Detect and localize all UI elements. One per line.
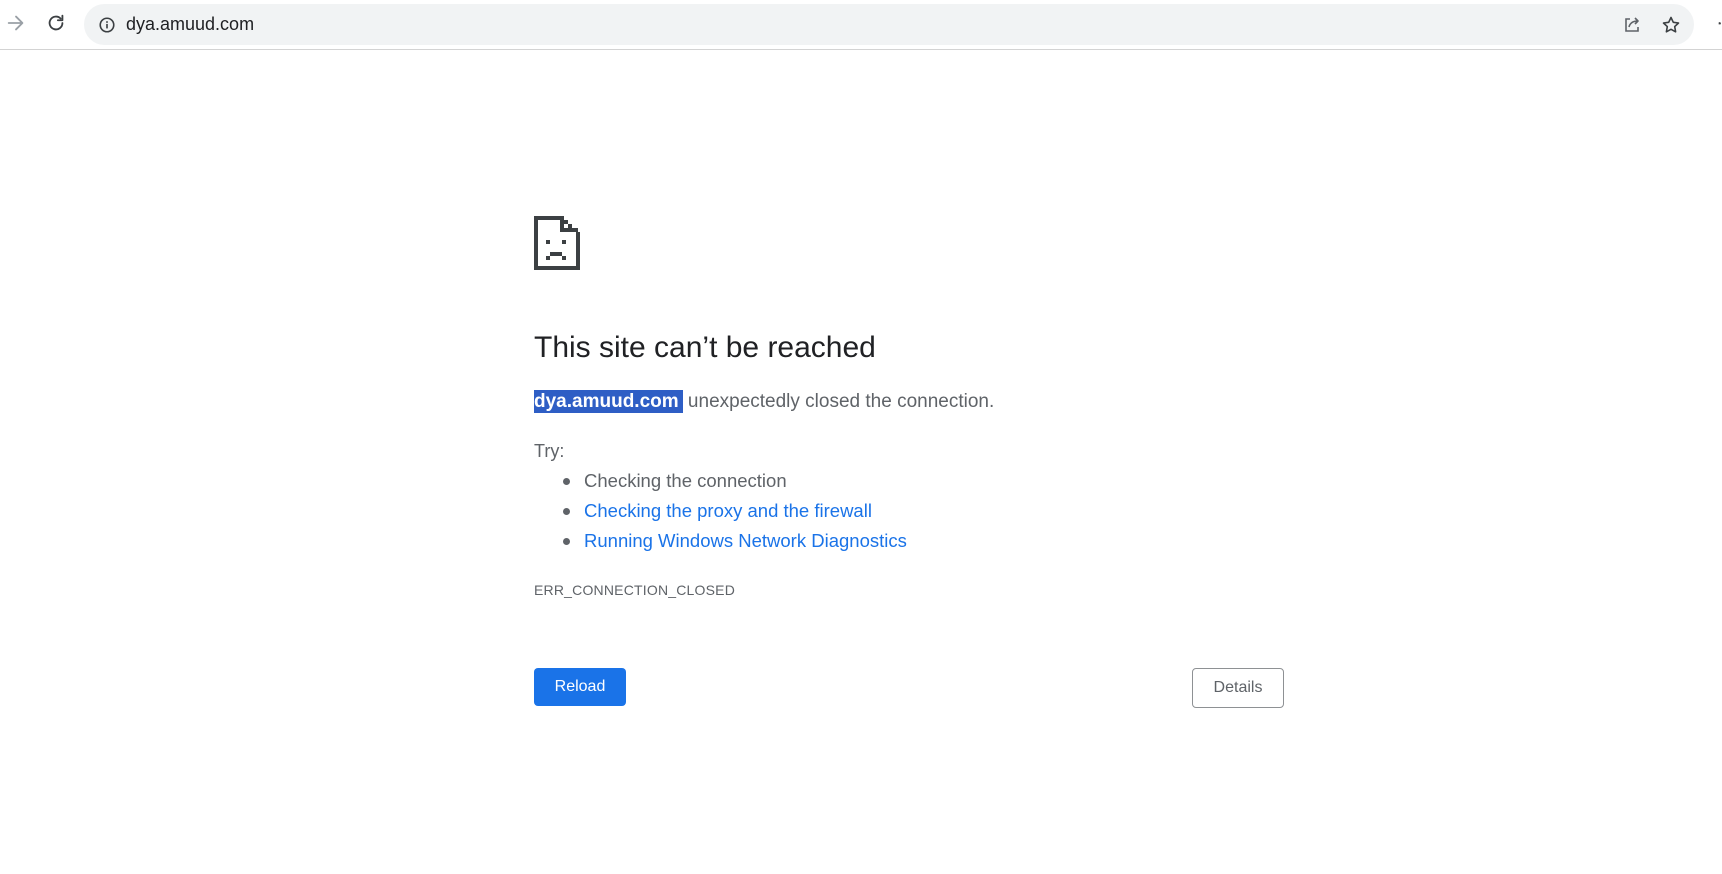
suggestion-check-connection: Checking the connection — [584, 470, 787, 491]
star-icon[interactable] — [1661, 15, 1681, 35]
error-heading: This site can’t be reached — [534, 331, 876, 364]
suggestions-list: Checking the connection Checking the pro… — [534, 466, 907, 556]
url-text[interactable]: dya.amuud.com — [126, 4, 254, 45]
reload-toolbar-button[interactable] — [42, 9, 70, 37]
extensions-button[interactable] — [1706, 9, 1722, 37]
suggestion-item: Running Windows Network Diagnostics — [534, 526, 907, 556]
arrow-forward-icon — [7, 15, 24, 31]
address-bar[interactable]: dya.amuud.com — [84, 4, 1694, 45]
suggestion-item: Checking the proxy and the firewall — [534, 496, 907, 526]
suggestion-item: Checking the connection — [534, 466, 907, 496]
error-description: dya.amuud.com unexpectedly closed the co… — [534, 388, 994, 416]
sad-page-icon — [534, 216, 580, 270]
info-circle-icon[interactable] — [98, 16, 116, 34]
error-host: dya.amuud.com — [534, 390, 683, 413]
share-icon[interactable] — [1622, 15, 1642, 35]
suggestion-proxy-firewall-link[interactable]: Checking the proxy and the firewall — [584, 500, 872, 521]
error-message: unexpectedly closed the connection. — [682, 391, 995, 412]
bullet — [563, 538, 570, 545]
details-button[interactable]: Details — [1192, 668, 1284, 708]
bullet — [563, 478, 570, 485]
error-code: ERR_CONNECTION_CLOSED — [534, 582, 736, 598]
suggestion-network-diagnostics-link[interactable]: Running Windows Network Diagnostics — [584, 530, 907, 551]
puzzle-icon — [1718, 22, 1721, 25]
forward-button[interactable] — [2, 9, 30, 37]
reload-icon — [48, 14, 64, 31]
reload-button[interactable]: Reload — [534, 668, 626, 706]
try-label: Try: — [534, 441, 565, 461]
browser-toolbar: dya.amuud.com — [0, 0, 1722, 50]
bullet — [563, 508, 570, 515]
